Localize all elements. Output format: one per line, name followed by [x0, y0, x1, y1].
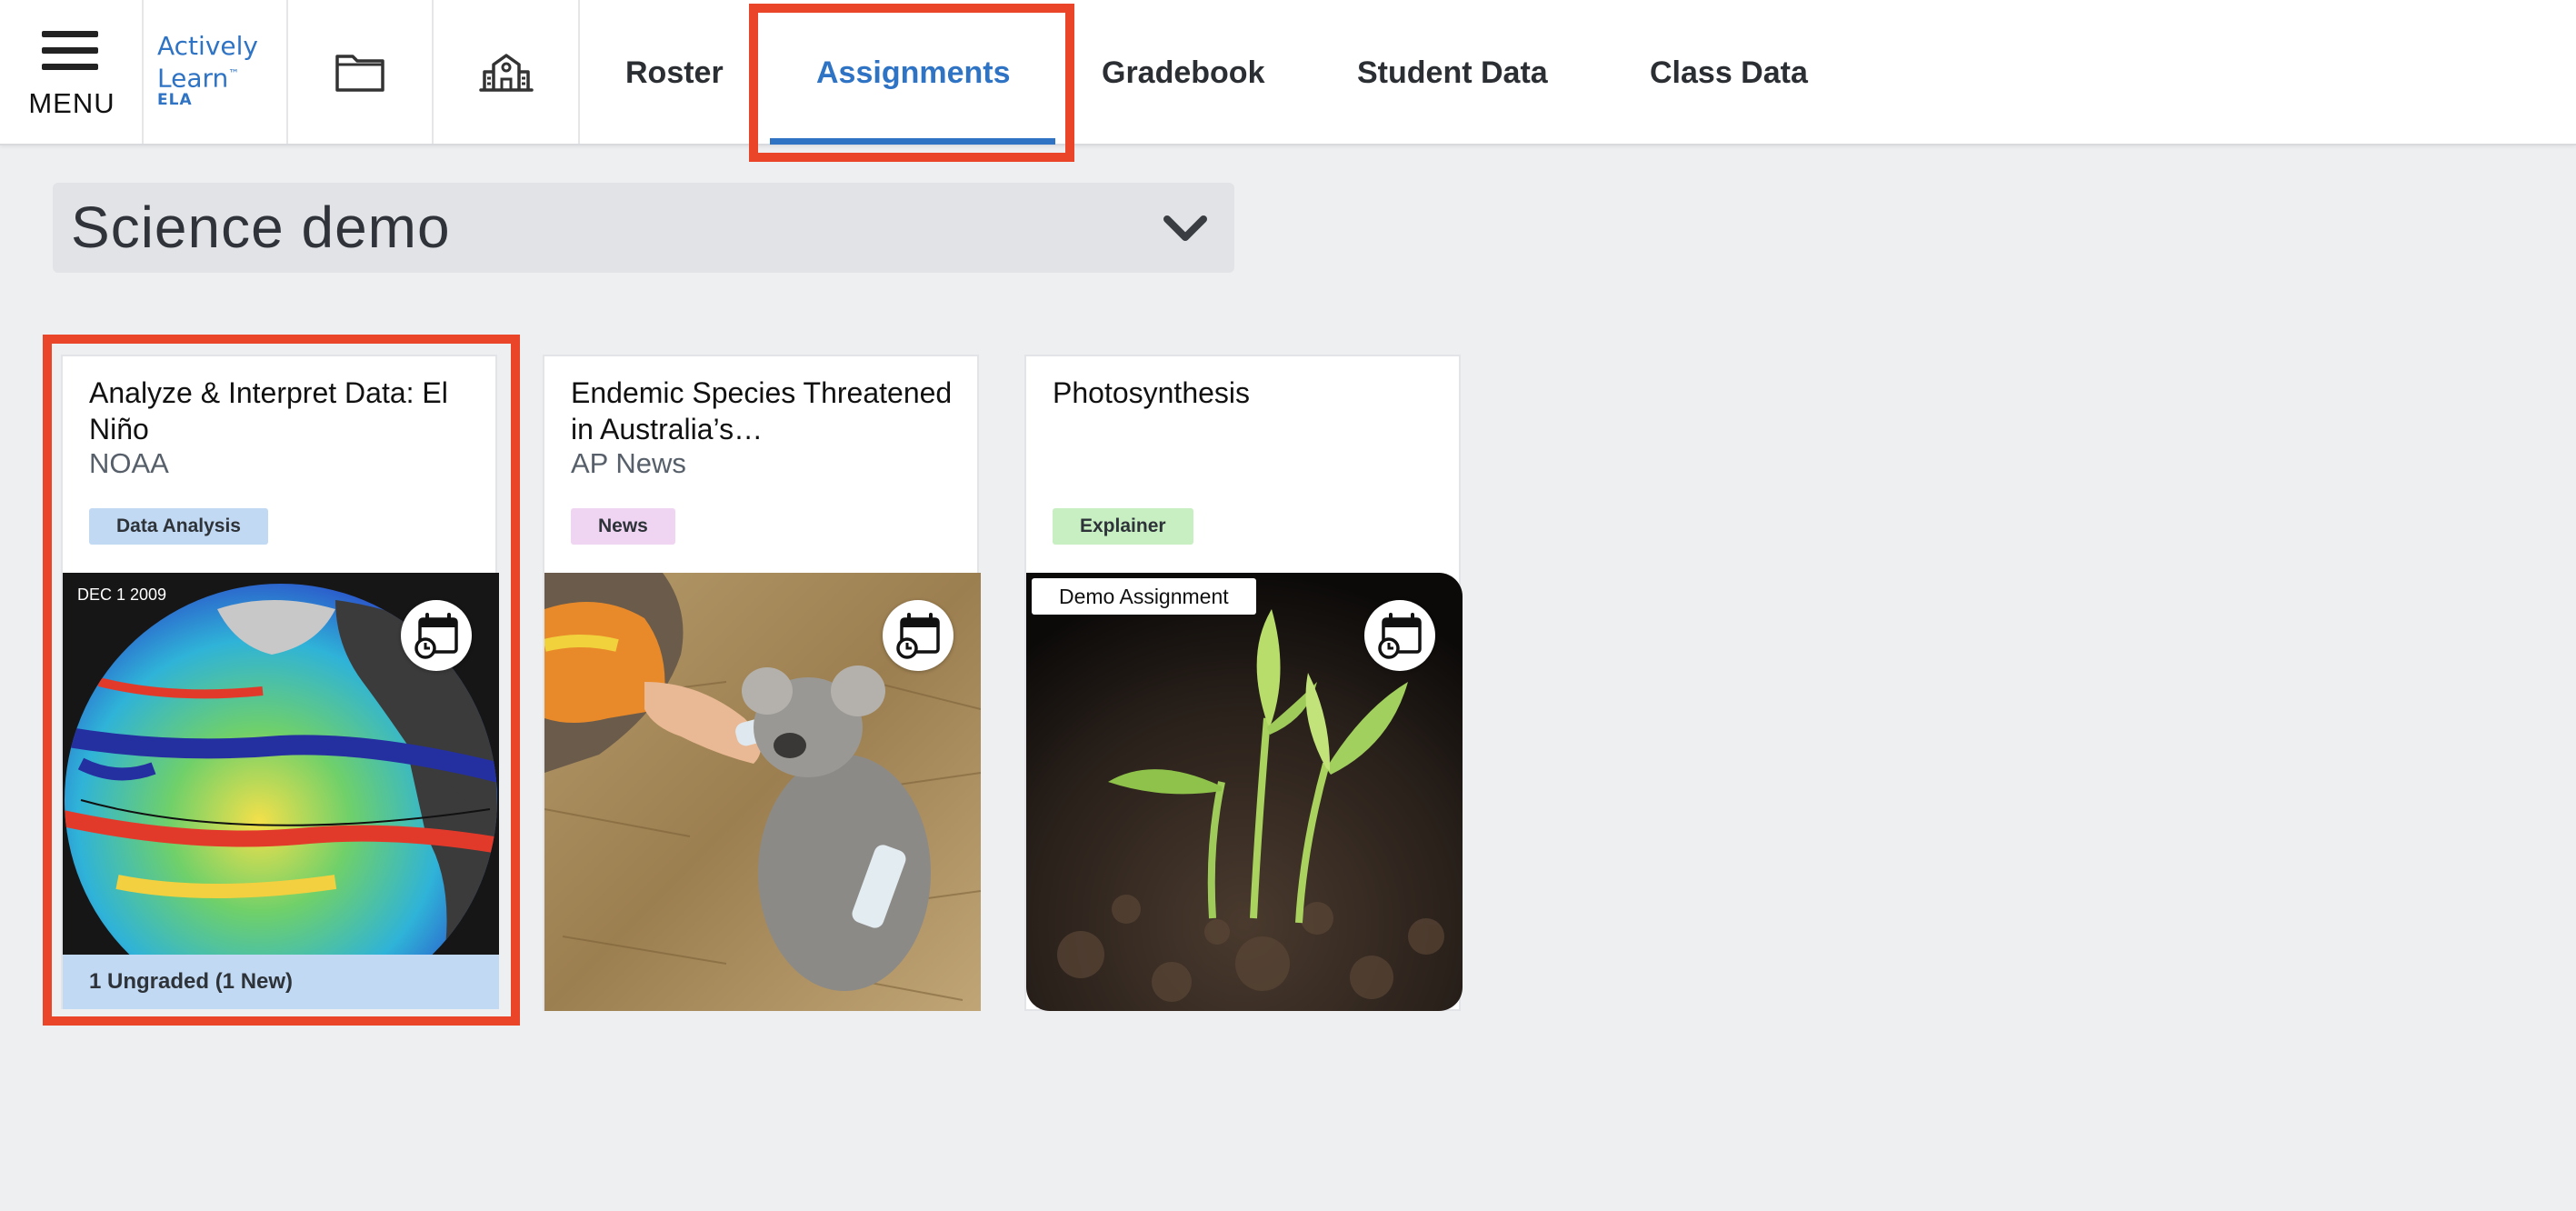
school-button[interactable] — [434, 0, 580, 144]
selected-class: Science demo — [71, 195, 451, 260]
active-tab-indicator — [770, 138, 1055, 145]
chevron-down-icon — [1163, 215, 1207, 241]
tab-student-data[interactable]: Student Data — [1357, 0, 1548, 144]
actively-learn-logo[interactable]: Actively Learn™ ELA — [144, 0, 288, 144]
logo-subtitle: ELA — [157, 91, 193, 109]
school-icon — [478, 54, 534, 92]
seedling-image: Demo Assignment — [1026, 573, 1463, 1011]
logo-trademark: ™ — [228, 67, 240, 80]
content-type-tag: Explainer — [1053, 508, 1193, 545]
schedule-button[interactable] — [401, 600, 472, 671]
el-nino-globe-image: DEC 1 2009 — [63, 573, 499, 955]
tab-class-data[interactable]: Class Data — [1650, 0, 1808, 144]
card-title: Endemic Species Threatened in Australia’… — [571, 376, 953, 445]
menu-label: MENU — [28, 87, 115, 119]
card-title: Analyze & Interpret Data: El Niño — [89, 376, 448, 445]
card-source: NOAA — [89, 447, 169, 479]
ungraded-status[interactable]: 1 Ungraded (1 New) — [63, 955, 499, 1009]
card-source: AP News — [571, 447, 686, 479]
assignment-card[interactable]: Photosynthesis Explainer Demo Assignment — [1024, 355, 1463, 1011]
hamburger-icon — [42, 31, 98, 80]
assignment-card[interactable]: Endemic Species Threatened in Australia’… — [543, 355, 981, 1011]
menu-button[interactable]: MENU — [0, 0, 144, 144]
demo-assignment-label: Demo Assignment — [1032, 578, 1256, 615]
calendar-clock-icon — [414, 613, 458, 659]
assignment-card[interactable]: Analyze & Interpret Data: El Niño NOAA D… — [61, 355, 499, 1009]
calendar-clock-icon — [1378, 613, 1422, 659]
koala-image — [544, 573, 981, 1011]
logo-line-2: Learn — [157, 63, 229, 94]
tab-gradebook[interactable]: Gradebook — [1102, 0, 1264, 144]
content-type-tag: News — [571, 508, 675, 545]
schedule-button[interactable] — [883, 600, 954, 671]
logo-line-1: Actively — [157, 31, 258, 61]
content-type-tag: Data Analysis — [89, 508, 268, 545]
library-button[interactable] — [288, 0, 434, 144]
card-title: Photosynthesis — [1053, 376, 1251, 409]
tab-roster[interactable]: Roster — [625, 0, 724, 144]
image-date-caption: DEC 1 2009 — [77, 585, 166, 604]
top-navigation: MENU Actively Learn™ ELA Roster Assignme… — [0, 0, 2576, 145]
schedule-button[interactable] — [1364, 600, 1435, 671]
calendar-clock-icon — [896, 613, 940, 659]
tab-assignments[interactable]: Assignments — [816, 0, 1011, 144]
class-selector-dropdown[interactable]: Science demo — [53, 183, 1234, 273]
folder-icon — [335, 55, 384, 92]
